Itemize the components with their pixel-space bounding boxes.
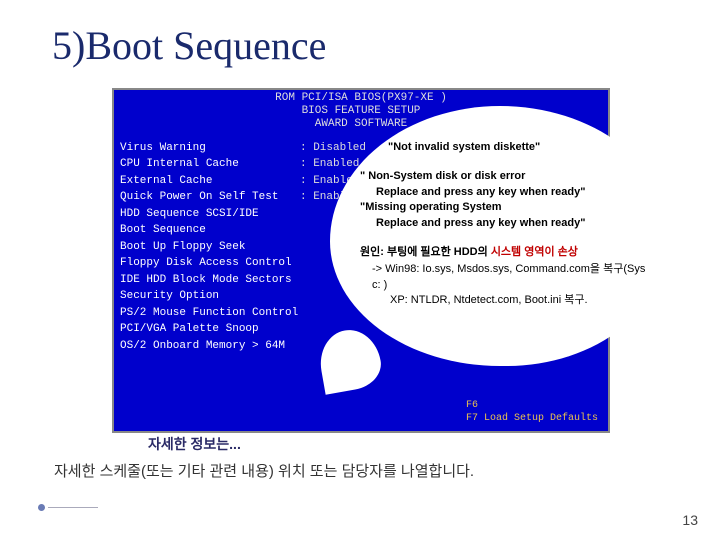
fix-line: XP: NTLDR, Ntdetect.com, Boot.ini 복구. <box>390 293 646 308</box>
error-message-1: "Not invalid system diskette" <box>388 140 646 155</box>
bios-label: Boot Sequence <box>120 222 300 239</box>
cause-prefix: 원인: 부팅에 필요한 HDD의 <box>360 246 491 258</box>
footer-description: 자세한 스케줄(또는 기타 관련 내용) 위치 또는 담당자를 나열합니다. <box>54 460 474 481</box>
error-line: Replace and press any key when ready" <box>376 216 646 231</box>
bios-item: OS/2 Onboard Memory > 64M <box>120 338 440 355</box>
decorative-bullet-line <box>38 504 98 512</box>
bios-label: OS/2 Onboard Memory > 64M <box>120 338 300 355</box>
bios-label: HDD Sequence SCSI/IDE <box>120 206 300 223</box>
bios-header-line: ROM PCI/ISA BIOS(PX97-XE ) <box>275 92 447 104</box>
page-number: 13 <box>682 512 698 528</box>
bios-value: : Disabled <box>300 140 366 157</box>
error-line: Replace and press any key when ready" <box>376 185 646 200</box>
fix-text: -> Win98: Io.sys, Msdos.sys, Command.com… <box>372 262 646 308</box>
bios-header-line: BIOS FEATURE SETUP <box>302 105 421 117</box>
bios-value: : Enabled <box>300 156 359 173</box>
bios-label: Floppy Disk Access Control <box>120 255 300 272</box>
cause-text: 원인: 부팅에 필요한 HDD의 시스템 영역이 손상 <box>360 245 646 260</box>
error-line: "Missing operating System <box>360 201 502 213</box>
more-info-text: 자세한 정보는... <box>148 434 241 454</box>
error-message-2: " Non-System disk or disk error Replace … <box>360 169 646 231</box>
bios-label: CPU Internal Cache <box>120 156 300 173</box>
bios-label: Quick Power On Self Test <box>120 189 300 206</box>
bios-label: IDE HDD Block Mode Sectors <box>120 272 300 289</box>
error-line: " Non-System disk or disk error <box>360 170 525 182</box>
bios-footer-line: F7 Load Setup Defaults <box>466 412 598 425</box>
callout-bubble: "Not invalid system diskette" " Non-Syst… <box>330 106 670 366</box>
bios-label: PS/2 Mouse Function Control <box>120 305 300 322</box>
bios-header-line: AWARD SOFTWARE <box>315 118 407 130</box>
bios-footer: F6 F7 Load Setup Defaults <box>466 399 598 425</box>
bios-label: Boot Up Floppy Seek <box>120 239 300 256</box>
bios-label: Security Option <box>120 288 300 305</box>
fix-line: -> Win98: Io.sys, Msdos.sys, Command.com… <box>372 262 646 293</box>
bios-footer-line: F6 <box>466 399 598 412</box>
slide-title: 5)Boot Sequence <box>52 22 326 69</box>
bios-label: Virus Warning <box>120 140 300 157</box>
bios-label: External Cache <box>120 173 300 190</box>
cause-highlight: 시스템 영역이 손상 <box>491 246 578 258</box>
bios-label: PCI/VGA Palette Snoop <box>120 321 300 338</box>
